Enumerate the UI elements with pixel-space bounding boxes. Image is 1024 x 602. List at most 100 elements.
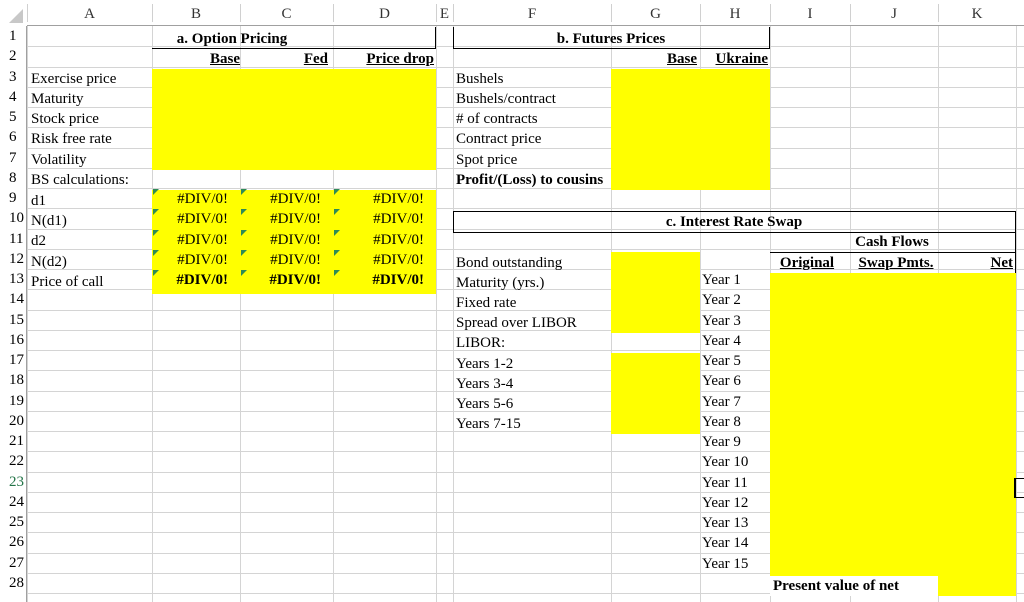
row-header-27[interactable]: 27: [9, 553, 24, 573]
label-stock-price: Stock price: [31, 111, 99, 127]
row-header-28[interactable]: 28: [9, 573, 24, 593]
row-header-11[interactable]: 11: [9, 229, 23, 249]
row-header-22[interactable]: 22: [9, 451, 24, 471]
year-label: Year 15: [702, 556, 749, 572]
row-header-18[interactable]: 18: [9, 370, 24, 390]
label-profit-loss: Profit/(Loss) to cousins: [456, 172, 604, 188]
bs-value-cell[interactable]: #DIV/0!: [152, 209, 228, 229]
error-indicator-icon[interactable]: [153, 270, 159, 276]
header-fed: Fed: [303, 51, 328, 67]
error-indicator-icon[interactable]: [241, 270, 247, 276]
error-indicator-icon[interactable]: [334, 189, 340, 195]
row-header-10[interactable]: 10: [9, 208, 24, 228]
error-indicator-icon[interactable]: [153, 189, 159, 195]
bs-value-cell[interactable]: #DIV/0!: [240, 270, 321, 290]
row-header-13[interactable]: 13: [9, 269, 24, 289]
row-header-24[interactable]: 24: [9, 492, 24, 512]
swap-inputs-fill-top[interactable]: [611, 252, 700, 333]
row-header-1[interactable]: 1: [9, 26, 17, 46]
row-header-14[interactable]: 14: [9, 289, 24, 309]
bs-value-cell[interactable]: #DIV/0!: [152, 250, 228, 270]
label-spread-libor: Spread over LIBOR: [456, 315, 577, 331]
header-futures-ukraine: Ukraine: [715, 51, 769, 67]
header-original: Original: [779, 255, 835, 271]
row-header-26[interactable]: 26: [9, 532, 24, 552]
error-indicator-icon[interactable]: [241, 250, 247, 256]
option-inputs-fill[interactable]: [152, 69, 436, 170]
row-header-6[interactable]: 6: [9, 127, 17, 147]
row-header-3[interactable]: 3: [9, 67, 17, 87]
row-header-23[interactable]: 23: [9, 472, 24, 492]
column-header-g[interactable]: G: [611, 0, 700, 26]
row-header-21[interactable]: 21: [9, 431, 24, 451]
bs-value-cell[interactable]: #DIV/0!: [152, 189, 228, 209]
row-header-20[interactable]: 20: [9, 411, 24, 431]
column-header-d[interactable]: D: [333, 0, 436, 26]
column-header-e[interactable]: E: [436, 0, 453, 26]
column-header-bar: ABCDEFGHIJK: [0, 0, 1024, 26]
header-swap-pmts: Swap Pmts.: [858, 255, 934, 271]
bs-value-cell[interactable]: #DIV/0!: [240, 230, 321, 250]
bs-value-cell[interactable]: #DIV/0!: [240, 209, 321, 229]
bs-value-cell[interactable]: #DIV/0!: [152, 270, 228, 290]
label-contract-price: Contract price: [456, 131, 542, 147]
column-header-a[interactable]: A: [27, 0, 152, 26]
row-header-12[interactable]: 12: [9, 249, 24, 269]
year-label: Year 8: [702, 414, 741, 430]
bs-value-cell[interactable]: #DIV/0!: [333, 270, 424, 290]
error-indicator-icon[interactable]: [241, 230, 247, 236]
year-label: Year 7: [702, 394, 741, 410]
bs-value-cell[interactable]: #DIV/0!: [333, 230, 424, 250]
label-n-d2: N(d2): [31, 254, 67, 270]
label-years-5-6: Years 5-6: [456, 396, 514, 412]
row-header-25[interactable]: 25: [9, 512, 24, 532]
error-indicator-icon[interactable]: [241, 209, 247, 215]
column-header-j[interactable]: J: [850, 0, 938, 26]
error-indicator-icon[interactable]: [153, 250, 159, 256]
bs-value-cell[interactable]: #DIV/0!: [333, 250, 424, 270]
error-indicator-icon[interactable]: [334, 250, 340, 256]
cash-flows-fill[interactable]: [770, 273, 1016, 576]
bs-value-cell[interactable]: #DIV/0!: [240, 250, 321, 270]
column-header-b[interactable]: B: [152, 0, 240, 26]
bs-value-cell[interactable]: #DIV/0!: [240, 189, 321, 209]
error-indicator-icon[interactable]: [153, 230, 159, 236]
column-header-i[interactable]: I: [770, 0, 850, 26]
pv-net-fill[interactable]: [938, 576, 1016, 596]
row-header-16[interactable]: 16: [9, 330, 24, 350]
error-indicator-icon[interactable]: [334, 230, 340, 236]
bs-value-cell[interactable]: #DIV/0!: [333, 209, 424, 229]
row-header-7[interactable]: 7: [9, 148, 17, 168]
row-header-2[interactable]: 2: [9, 46, 17, 66]
year-label: Year 2: [702, 292, 741, 308]
futures-inputs-fill[interactable]: [611, 69, 770, 190]
error-indicator-icon[interactable]: [241, 189, 247, 195]
label-risk-free-rate: Risk free rate: [31, 131, 112, 147]
column-header-f[interactable]: F: [453, 0, 611, 26]
label-maturity-yrs: Maturity (yrs.): [456, 275, 545, 291]
row-header-5[interactable]: 5: [9, 107, 17, 127]
column-header-k[interactable]: K: [938, 0, 1016, 26]
year-label: Year 13: [702, 515, 749, 531]
row-header-4[interactable]: 4: [9, 87, 17, 107]
column-header-c[interactable]: C: [240, 0, 333, 26]
label-years-1-2: Years 1-2: [456, 356, 514, 372]
row-header-15[interactable]: 15: [9, 310, 24, 330]
bs-value-cell[interactable]: #DIV/0!: [333, 189, 424, 209]
error-indicator-icon[interactable]: [153, 209, 159, 215]
spreadsheet-grid[interactable]: a. Option Pricing Base Fed Price drop Ex…: [0, 0, 1024, 602]
row-header-9[interactable]: 9: [9, 188, 17, 208]
row-header-17[interactable]: 17: [9, 350, 24, 370]
error-indicator-icon[interactable]: [334, 270, 340, 276]
error-indicator-icon[interactable]: [334, 209, 340, 215]
label-bushels-contract: Bushels/contract: [456, 91, 556, 107]
select-all-corner[interactable]: [0, 0, 27, 26]
swap-inputs-fill-bottom[interactable]: [611, 353, 700, 434]
row-header-8[interactable]: 8: [9, 168, 17, 188]
futures-title: b. Futures Prices: [556, 31, 666, 47]
bs-value-cell[interactable]: #DIV/0!: [152, 230, 228, 250]
cash-flows-title: Cash Flows: [855, 234, 929, 250]
row-header-19[interactable]: 19: [9, 391, 24, 411]
header-price-drop: Price drop: [366, 51, 434, 67]
column-header-h[interactable]: H: [700, 0, 770, 26]
